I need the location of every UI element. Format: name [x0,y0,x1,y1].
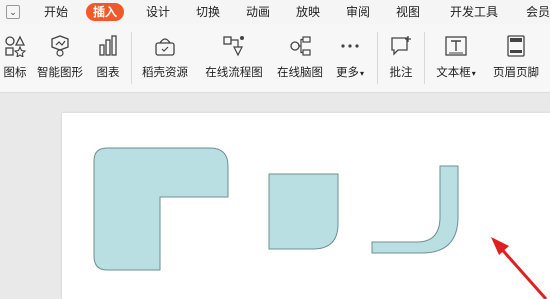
one-round-corner-rectangle[interactable] [268,173,339,250]
textbox-dropdown-icon: ▾ [471,69,476,78]
mindmap-button[interactable]: 在线脑图 [272,24,328,92]
flowchart-label: 在线流程图 [205,67,263,79]
slide-canvas-area [0,93,550,299]
slide-shapes [93,147,548,299]
comment-label: 批注 [389,67,413,79]
tab-member[interactable]: 会员 [526,4,550,20]
more-dropdown-icon: ▾ [359,69,364,78]
tab-transition[interactable]: 切换 [196,4,220,20]
mindmap-icon [290,36,311,56]
shapes-icon [5,35,27,57]
flowchart-button[interactable]: 在线流程图 [200,24,268,92]
chart-button[interactable]: 图表 [92,24,124,92]
slide[interactable] [62,113,550,299]
textbox-label: 文本框▾ [436,67,476,79]
chart-icon [99,35,117,56]
smartart-icon [51,35,69,57]
tab-slideshow[interactable]: 放映 [296,4,320,20]
l-shape-rounded[interactable] [93,147,229,271]
textbox-icon [445,36,467,56]
tab-insert[interactable]: 插入 [86,3,125,21]
smartart-button[interactable]: 智能图形 [34,24,86,92]
icons-button[interactable]: 图标 [0,24,30,92]
comment-icon [391,36,411,56]
flowchart-icon [223,36,244,57]
resources-button[interactable]: 稻壳资源 [136,24,194,92]
tab-animation[interactable]: 动画 [246,4,270,20]
tab-design[interactable]: 设计 [146,4,170,20]
more-button[interactable]: 更多▾ [332,24,368,92]
header-footer-button[interactable]: 页眉页脚 [488,24,544,92]
shell-resources-icon [155,38,175,56]
menu-bar: ⌄ 开始 插入 设计 切换 动画 放映 审阅 视图 开发工具 会员 [0,0,550,24]
ribbon-divider [377,32,378,84]
more-label: 更多▾ [335,67,364,79]
chart-label: 图表 [96,67,120,79]
header-footer-label: 页眉页脚 [493,67,539,79]
tab-view[interactable]: 视图 [396,4,420,20]
more-dots-icon [341,44,359,48]
menu-chevron-icon[interactable]: ⌄ [6,5,20,19]
ribbon-toolbar: 图标 智能图形 图表 稻壳资源 在线流程图 在线脑图 更多▾ 批注 文本框▾ 页… [0,24,550,93]
ribbon-divider [424,32,425,84]
tab-home[interactable]: 开始 [44,4,68,20]
annotation-arrow [491,237,548,299]
comment-button[interactable]: 批注 [384,24,418,92]
corner-bracket-shape[interactable] [371,165,459,254]
resources-label: 稻壳资源 [142,67,188,79]
tab-developer[interactable]: 开发工具 [450,4,498,20]
mindmap-label: 在线脑图 [277,67,323,79]
smartart-label: 智能图形 [37,67,83,79]
tab-review[interactable]: 审阅 [346,4,370,20]
textbox-button[interactable]: 文本框▾ [430,24,482,92]
ribbon-divider [131,32,132,84]
header-footer-icon [507,35,525,57]
icons-label: 图标 [3,67,27,79]
